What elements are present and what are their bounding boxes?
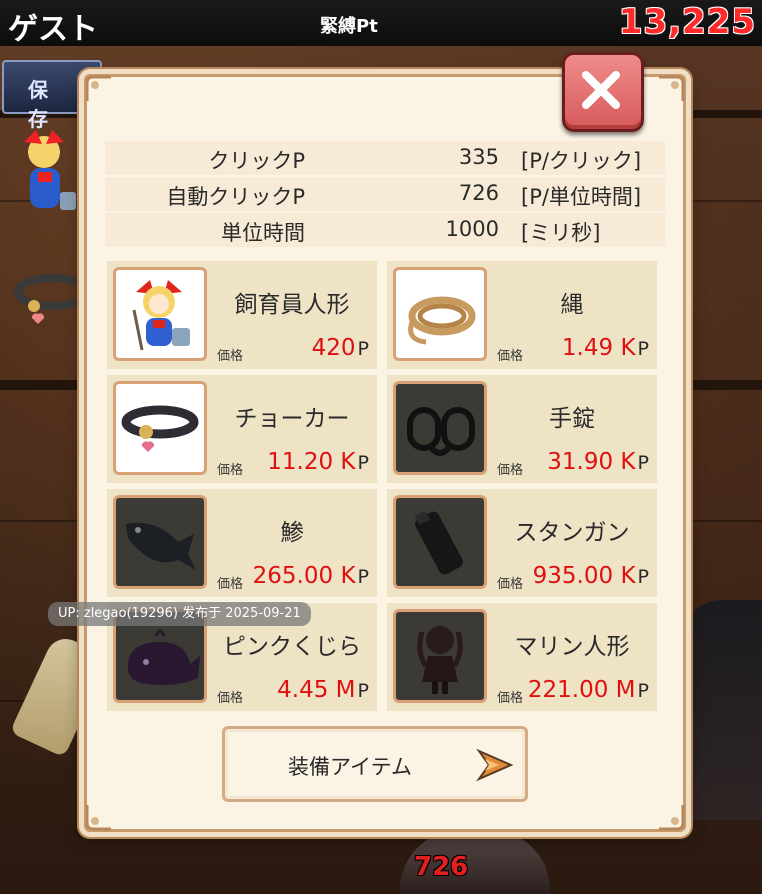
- stat-value: 726: [458, 181, 499, 205]
- shop-item-keeper-doll[interactable]: 飼育員人形 価格 420 P: [107, 261, 377, 369]
- price-unit: P: [357, 338, 369, 360]
- price-value: 1.49 K: [561, 335, 636, 361]
- close-button[interactable]: [562, 52, 644, 132]
- stat-label: 単位時間: [221, 221, 305, 245]
- item-thumbnail: [393, 381, 487, 475]
- price-value: 31.90 K: [547, 449, 636, 475]
- stat-unit: [P/クリック]: [521, 149, 642, 173]
- character-silhouette: [682, 600, 762, 820]
- equip-items-button[interactable]: 装備アイテム: [222, 726, 528, 802]
- shop-item-rope[interactable]: 縄 価格 1.49 KP: [387, 261, 657, 369]
- price-value: 420: [311, 335, 356, 361]
- choker-icon: [121, 405, 199, 452]
- stat-label: 自動クリックP: [166, 185, 305, 209]
- item-thumbnail: [113, 267, 207, 361]
- stat-unit: [ミリ秒]: [521, 221, 601, 245]
- price-unit: P: [637, 338, 649, 360]
- price-unit: P: [357, 680, 369, 702]
- item-price: 221.00 MP: [528, 677, 649, 703]
- item-price: 935.00 KP: [533, 563, 649, 589]
- shop-item-marine-doll[interactable]: マリン人形 価格 221.00 MP: [387, 603, 657, 711]
- price-unit: P: [637, 452, 649, 474]
- background-doll-icon: [24, 130, 76, 210]
- stat-row-unit-time: 単位時間 1000 [ミリ秒]: [105, 213, 665, 247]
- ornament-corner-icon: [659, 75, 685, 101]
- price-label: 価格: [217, 691, 244, 706]
- stat-unit: [P/単位時間]: [521, 185, 642, 209]
- item-price: 11.20 KP: [267, 449, 369, 475]
- price-unit: P: [357, 452, 369, 474]
- item-name: 手錠: [549, 406, 595, 432]
- marine-doll-icon: [417, 626, 463, 694]
- user-name: ゲスト: [8, 12, 98, 47]
- price-value: 4.45 M: [277, 677, 356, 703]
- item-name: スタンガン: [514, 520, 630, 546]
- price-label: 価格: [497, 691, 524, 706]
- ornament-corner-icon: [85, 805, 111, 831]
- price-unit: P: [637, 680, 649, 702]
- handcuffs-icon: [407, 407, 475, 456]
- item-thumbnail: [393, 495, 487, 589]
- price-value: 11.20 K: [267, 449, 356, 475]
- item-name: マリン人形: [514, 634, 630, 660]
- price-label: 価格: [217, 349, 244, 364]
- shop-item-stun-gun[interactable]: スタンガン 価格 935.00 KP: [387, 489, 657, 597]
- price-label: 価格: [217, 577, 244, 592]
- item-thumbnail: [113, 495, 207, 589]
- item-name: ピンクくじら: [223, 634, 361, 660]
- stat-label: クリックP: [208, 149, 305, 173]
- equip-items-label: 装備アイテム: [288, 755, 412, 779]
- shop-dialog: クリックP 335 [P/クリック] 自動クリックP 726 [P/単位時間] …: [84, 74, 686, 832]
- stat-row-click-points: クリックP 335 [P/クリック]: [105, 141, 665, 175]
- stun-gun-icon: [414, 510, 463, 575]
- price-label: 価格: [497, 349, 524, 364]
- watermark: UP: zlegao(19296) 发布于 2025-09-21: [48, 602, 311, 626]
- price-label: 価格: [497, 463, 524, 478]
- close-icon: [582, 71, 620, 109]
- item-thumbnail: [113, 381, 207, 475]
- ornament-corner-icon: [85, 75, 111, 101]
- fish-icon: [126, 522, 196, 570]
- item-thumbnail: [393, 609, 487, 703]
- stat-value: 1000: [445, 217, 499, 241]
- item-price: 265.00 KP: [253, 563, 369, 589]
- item-price: 31.90 KP: [547, 449, 649, 475]
- item-name: チョーカー: [234, 406, 350, 432]
- price-value: 935.00 K: [532, 563, 636, 589]
- item-price: 420 P: [312, 335, 369, 361]
- floating-click-count: 726: [414, 852, 469, 882]
- item-price: 1.49 KP: [562, 335, 649, 361]
- top-bar: ゲスト 緊縛Pt 13,225: [0, 0, 762, 47]
- doll-keeper-icon: [132, 280, 190, 351]
- shop-item-handcuffs[interactable]: 手錠 価格 31.90 KP: [387, 375, 657, 483]
- shop-item-fish[interactable]: 鯵 価格 265.00 KP: [107, 489, 377, 597]
- points-value: 13,225: [618, 2, 756, 42]
- points-label: 緊縛Pt: [320, 16, 378, 37]
- price-label: 価格: [497, 577, 524, 592]
- price-value: 221.00 M: [527, 677, 636, 703]
- arrow-right-icon: [476, 748, 514, 782]
- item-name: 縄: [560, 292, 584, 318]
- item-price: 4.45 MP: [277, 677, 369, 703]
- price-unit: P: [637, 566, 649, 588]
- price-label: 価格: [217, 463, 244, 478]
- background-collar-icon: [14, 274, 90, 324]
- item-name: 飼育員人形: [234, 292, 350, 318]
- item-thumbnail: [393, 267, 487, 361]
- ornament-corner-icon: [659, 805, 685, 831]
- stat-value: 335: [458, 145, 499, 169]
- rope-icon: [408, 296, 476, 345]
- shop-item-choker[interactable]: チョーカー 価格 11.20 KP: [107, 375, 377, 483]
- item-name: 鯵: [280, 520, 304, 546]
- stat-row-auto-click-points: 自動クリックP 726 [P/単位時間]: [105, 177, 665, 211]
- price-unit: P: [357, 566, 369, 588]
- price-value: 265.00 K: [252, 563, 356, 589]
